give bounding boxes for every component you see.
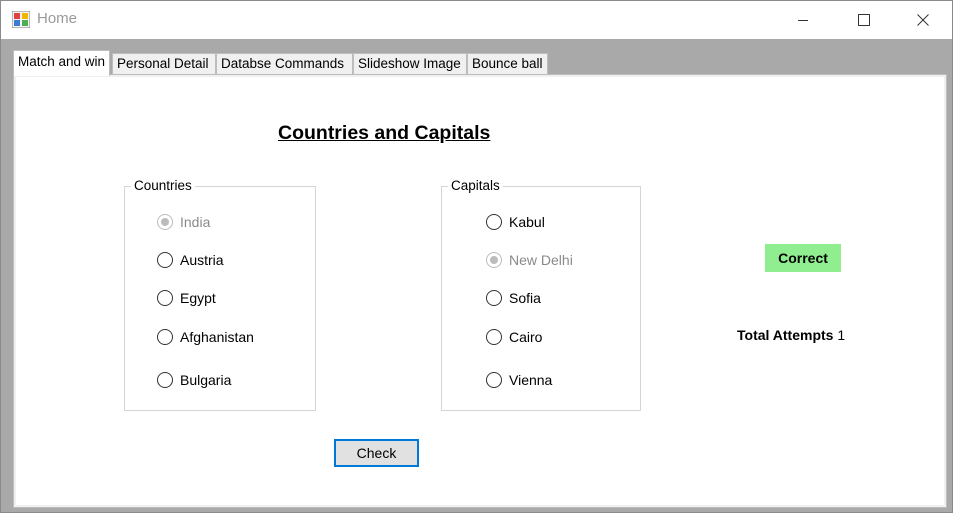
capital-radio-vienna[interactable]: Vienna (486, 372, 552, 388)
capital-radio-sofia[interactable]: Sofia (486, 290, 541, 306)
radio-label: India (180, 214, 211, 230)
radio-circle (486, 329, 502, 345)
tab-page-content: Countries and Capitals Countries India A… (16, 77, 944, 505)
radio-circle (157, 372, 173, 388)
app-icon (12, 11, 30, 28)
tab-strip: Match and win Personal Detail Databse Co… (13, 50, 713, 76)
country-radio-afghanistan[interactable]: Afghanistan (157, 329, 254, 345)
tab-page-match-and-win: Countries and Capitals Countries India A… (13, 74, 947, 508)
radio-label: New Delhi (509, 252, 573, 268)
radio-label: Bulgaria (180, 372, 232, 388)
tab-match-and-win[interactable]: Match and win (13, 50, 110, 76)
radio-circle (486, 252, 502, 268)
tab-database-commands[interactable]: Databse Commands (216, 53, 353, 75)
attempts-value: 1 (837, 327, 846, 343)
radio-circle (157, 214, 173, 230)
radio-circle (486, 372, 502, 388)
minimize-button[interactable] (774, 1, 832, 39)
page-title: Countries and Capitals (278, 122, 491, 144)
country-radio-india[interactable]: India (157, 214, 210, 230)
minimize-icon (798, 20, 808, 21)
radio-label: Afghanistan (180, 329, 254, 345)
radio-label: Austria (180, 252, 224, 268)
country-radio-austria[interactable]: Austria (157, 252, 224, 268)
radio-label: Sofia (509, 290, 541, 306)
window-title: Home (37, 10, 78, 27)
capitals-group: Capitals Kabul New Delhi Sofia Cairo Vie… (441, 178, 641, 411)
radio-circle (486, 290, 502, 306)
country-radio-egypt[interactable]: Egypt (157, 290, 216, 306)
radio-label: Vienna (509, 372, 553, 388)
countries-group: Countries India Austria Egypt Afghanista… (124, 178, 316, 411)
close-icon (917, 14, 929, 26)
result-badge: Correct (765, 244, 841, 272)
maximize-button[interactable] (835, 1, 893, 39)
tab-bounce-ball[interactable]: Bounce ball (467, 53, 548, 75)
radio-circle (486, 214, 502, 230)
radio-circle (157, 252, 173, 268)
radio-label: Kabul (509, 214, 545, 230)
total-attempts: Total Attempts 1 (737, 327, 845, 343)
app-window: Home Match and win Personal Detail Datab… (0, 0, 953, 513)
capitals-group-caption: Capitals (448, 178, 503, 193)
countries-group-caption: Countries (131, 178, 195, 193)
check-button[interactable]: Check (334, 439, 419, 467)
title-bar[interactable]: Home (1, 1, 952, 39)
capital-radio-cairo[interactable]: Cairo (486, 329, 542, 345)
radio-label: Egypt (180, 290, 216, 306)
country-radio-bulgaria[interactable]: Bulgaria (157, 372, 231, 388)
attempts-label: Total Attempts (737, 327, 834, 343)
tab-personal-detail[interactable]: Personal Detail (112, 53, 216, 75)
maximize-icon (858, 14, 870, 26)
radio-circle (157, 329, 173, 345)
capital-radio-new-delhi[interactable]: New Delhi (486, 252, 573, 268)
radio-label: Cairo (509, 329, 543, 345)
capital-radio-kabul[interactable]: Kabul (486, 214, 545, 230)
tab-slideshow-image[interactable]: Slideshow Image (353, 53, 467, 75)
radio-circle (157, 290, 173, 306)
client-area: Match and win Personal Detail Databse Co… (1, 39, 952, 512)
close-button[interactable] (894, 1, 952, 39)
